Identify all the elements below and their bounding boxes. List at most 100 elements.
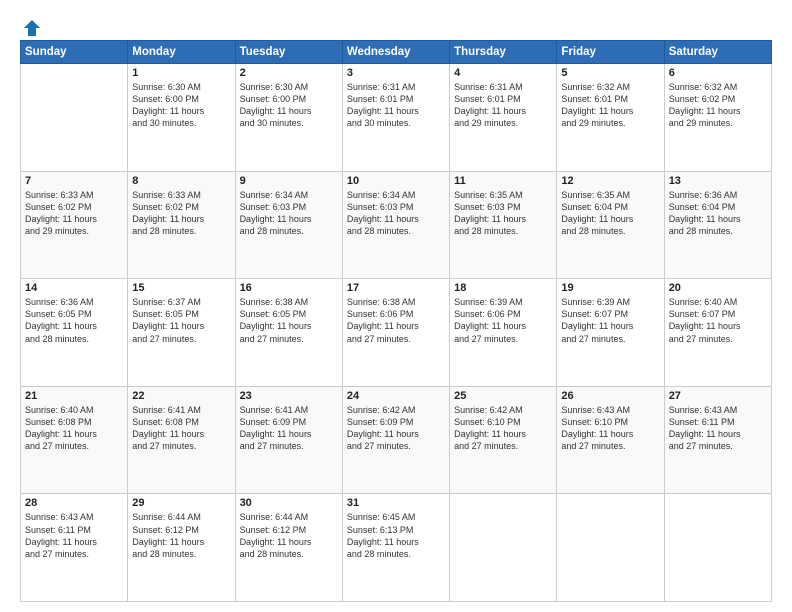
calendar-week-row: 14Sunrise: 6:36 AM Sunset: 6:05 PM Dayli… (21, 279, 772, 387)
day-number: 15 (132, 282, 230, 294)
calendar-cell: 19 Sunrise: 6:39 AM Sunset: 6:07 PM Dayli… (557, 279, 664, 387)
day-info: Sunrise: 6:32 AM Sunset: 6:02 PM Dayligh… (669, 81, 767, 130)
calendar-week-row: 7Sunrise: 6:33 AM Sunset: 6:02 PM Daylig… (21, 171, 772, 279)
day-info: Sunrise: 6:43 AM Sunset: 6:10 PM Dayligh… (561, 404, 659, 453)
day-info: Sunrise: 6:45 AM Sunset: 6:13 PM Dayligh… (347, 511, 445, 560)
calendar-cell (557, 494, 664, 602)
calendar-cell: 10 Sunrise: 6:34 AM Sunset: 6:03 PM Dayli… (342, 171, 449, 279)
day-info: Sunrise: 6:31 AM Sunset: 6:01 PM Dayligh… (347, 81, 445, 130)
weekday-header: Sunday (21, 41, 128, 64)
calendar-cell: 7Sunrise: 6:33 AM Sunset: 6:02 PM Daylig… (21, 171, 128, 279)
day-number: 18 (454, 282, 552, 294)
day-number: 19 (561, 282, 659, 294)
logo (20, 18, 42, 34)
day-number: 4 (454, 67, 552, 79)
calendar-cell: 13 Sunrise: 6:36 AM Sunset: 6:04 PM Dayli… (664, 171, 771, 279)
calendar-cell (664, 494, 771, 602)
day-number: 14 (25, 282, 123, 294)
day-number: 22 (132, 390, 230, 402)
calendar-week-row: 1 Sunrise: 6:30 AM Sunset: 6:00 PM Daylig… (21, 64, 772, 172)
weekday-header: Wednesday (342, 41, 449, 64)
calendar-cell: 29 Sunrise: 6:44 AM Sunset: 6:12 PM Dayli… (128, 494, 235, 602)
day-number: 6 (669, 67, 767, 79)
weekday-header: Tuesday (235, 41, 342, 64)
calendar-cell: 20 Sunrise: 6:40 AM Sunset: 6:07 PM Dayli… (664, 279, 771, 387)
day-number: 8 (132, 175, 230, 187)
calendar-cell (450, 494, 557, 602)
calendar-header-row: SundayMondayTuesdayWednesdayThursdayFrid… (21, 41, 772, 64)
weekday-header: Monday (128, 41, 235, 64)
header (20, 18, 772, 34)
day-info: Sunrise: 6:40 AM Sunset: 6:07 PM Dayligh… (669, 296, 767, 345)
page: SundayMondayTuesdayWednesdayThursdayFrid… (0, 0, 792, 612)
day-number: 29 (132, 497, 230, 509)
calendar-week-row: 21 Sunrise: 6:40 AM Sunset: 6:08 PM Dayli… (21, 386, 772, 494)
day-info: Sunrise: 6:39 AM Sunset: 6:06 PM Dayligh… (454, 296, 552, 345)
calendar-table: SundayMondayTuesdayWednesdayThursdayFrid… (20, 40, 772, 602)
calendar-cell: 17 Sunrise: 6:38 AM Sunset: 6:06 PM Dayli… (342, 279, 449, 387)
day-number: 17 (347, 282, 445, 294)
weekday-header: Thursday (450, 41, 557, 64)
day-info: Sunrise: 6:44 AM Sunset: 6:12 PM Dayligh… (132, 511, 230, 560)
day-info: Sunrise: 6:36 AM Sunset: 6:04 PM Dayligh… (669, 189, 767, 238)
day-number: 30 (240, 497, 338, 509)
day-number: 16 (240, 282, 338, 294)
day-info: Sunrise: 6:42 AM Sunset: 6:10 PM Dayligh… (454, 404, 552, 453)
calendar-cell: 3Sunrise: 6:31 AM Sunset: 6:01 PM Daylig… (342, 64, 449, 172)
day-info: Sunrise: 6:44 AM Sunset: 6:12 PM Dayligh… (240, 511, 338, 560)
calendar-cell: 8 Sunrise: 6:33 AM Sunset: 6:02 PM Daylig… (128, 171, 235, 279)
day-number: 27 (669, 390, 767, 402)
day-number: 21 (25, 390, 123, 402)
calendar-cell: 26 Sunrise: 6:43 AM Sunset: 6:10 PM Dayli… (557, 386, 664, 494)
day-info: Sunrise: 6:31 AM Sunset: 6:01 PM Dayligh… (454, 81, 552, 130)
calendar-cell: 21 Sunrise: 6:40 AM Sunset: 6:08 PM Dayli… (21, 386, 128, 494)
calendar-cell: 27 Sunrise: 6:43 AM Sunset: 6:11 PM Dayli… (664, 386, 771, 494)
day-info: Sunrise: 6:30 AM Sunset: 6:00 PM Dayligh… (132, 81, 230, 130)
day-info: Sunrise: 6:43 AM Sunset: 6:11 PM Dayligh… (669, 404, 767, 453)
calendar-cell: 9 Sunrise: 6:34 AM Sunset: 6:03 PM Daylig… (235, 171, 342, 279)
day-info: Sunrise: 6:42 AM Sunset: 6:09 PM Dayligh… (347, 404, 445, 453)
day-number: 20 (669, 282, 767, 294)
day-info: Sunrise: 6:43 AM Sunset: 6:11 PM Dayligh… (25, 511, 123, 560)
calendar-cell: 6 Sunrise: 6:32 AM Sunset: 6:02 PM Daylig… (664, 64, 771, 172)
day-number: 12 (561, 175, 659, 187)
day-number: 9 (240, 175, 338, 187)
day-number: 10 (347, 175, 445, 187)
day-number: 23 (240, 390, 338, 402)
day-number: 31 (347, 497, 445, 509)
day-info: Sunrise: 6:37 AM Sunset: 6:05 PM Dayligh… (132, 296, 230, 345)
day-number: 5 (561, 67, 659, 79)
calendar-cell: 12 Sunrise: 6:35 AM Sunset: 6:04 PM Dayli… (557, 171, 664, 279)
day-number: 1 (132, 67, 230, 79)
day-number: 26 (561, 390, 659, 402)
day-info: Sunrise: 6:33 AM Sunset: 6:02 PM Dayligh… (25, 189, 123, 238)
day-info: Sunrise: 6:34 AM Sunset: 6:03 PM Dayligh… (240, 189, 338, 238)
calendar-cell: 25 Sunrise: 6:42 AM Sunset: 6:10 PM Dayli… (450, 386, 557, 494)
day-info: Sunrise: 6:38 AM Sunset: 6:05 PM Dayligh… (240, 296, 338, 345)
day-info: Sunrise: 6:33 AM Sunset: 6:02 PM Dayligh… (132, 189, 230, 238)
day-info: Sunrise: 6:32 AM Sunset: 6:01 PM Dayligh… (561, 81, 659, 130)
calendar-cell: 22 Sunrise: 6:41 AM Sunset: 6:08 PM Dayli… (128, 386, 235, 494)
day-info: Sunrise: 6:34 AM Sunset: 6:03 PM Dayligh… (347, 189, 445, 238)
day-info: Sunrise: 6:30 AM Sunset: 6:00 PM Dayligh… (240, 81, 338, 130)
calendar-cell: 4 Sunrise: 6:31 AM Sunset: 6:01 PM Daylig… (450, 64, 557, 172)
day-info: Sunrise: 6:35 AM Sunset: 6:04 PM Dayligh… (561, 189, 659, 238)
calendar-cell: 23Sunrise: 6:41 AM Sunset: 6:09 PM Dayli… (235, 386, 342, 494)
weekday-header: Friday (557, 41, 664, 64)
day-number: 24 (347, 390, 445, 402)
calendar-cell: 31 Sunrise: 6:45 AM Sunset: 6:13 PM Dayli… (342, 494, 449, 602)
calendar-cell: 5 Sunrise: 6:32 AM Sunset: 6:01 PM Daylig… (557, 64, 664, 172)
day-info: Sunrise: 6:40 AM Sunset: 6:08 PM Dayligh… (25, 404, 123, 453)
calendar-cell: 15 Sunrise: 6:37 AM Sunset: 6:05 PM Dayli… (128, 279, 235, 387)
day-info: Sunrise: 6:35 AM Sunset: 6:03 PM Dayligh… (454, 189, 552, 238)
calendar-cell: 14Sunrise: 6:36 AM Sunset: 6:05 PM Dayli… (21, 279, 128, 387)
calendar-cell: 28Sunrise: 6:43 AM Sunset: 6:11 PM Dayli… (21, 494, 128, 602)
calendar-cell (21, 64, 128, 172)
day-number: 11 (454, 175, 552, 187)
day-info: Sunrise: 6:38 AM Sunset: 6:06 PM Dayligh… (347, 296, 445, 345)
day-info: Sunrise: 6:39 AM Sunset: 6:07 PM Dayligh… (561, 296, 659, 345)
day-number: 25 (454, 390, 552, 402)
day-number: 13 (669, 175, 767, 187)
calendar-cell: 24 Sunrise: 6:42 AM Sunset: 6:09 PM Dayli… (342, 386, 449, 494)
day-info: Sunrise: 6:41 AM Sunset: 6:08 PM Dayligh… (132, 404, 230, 453)
